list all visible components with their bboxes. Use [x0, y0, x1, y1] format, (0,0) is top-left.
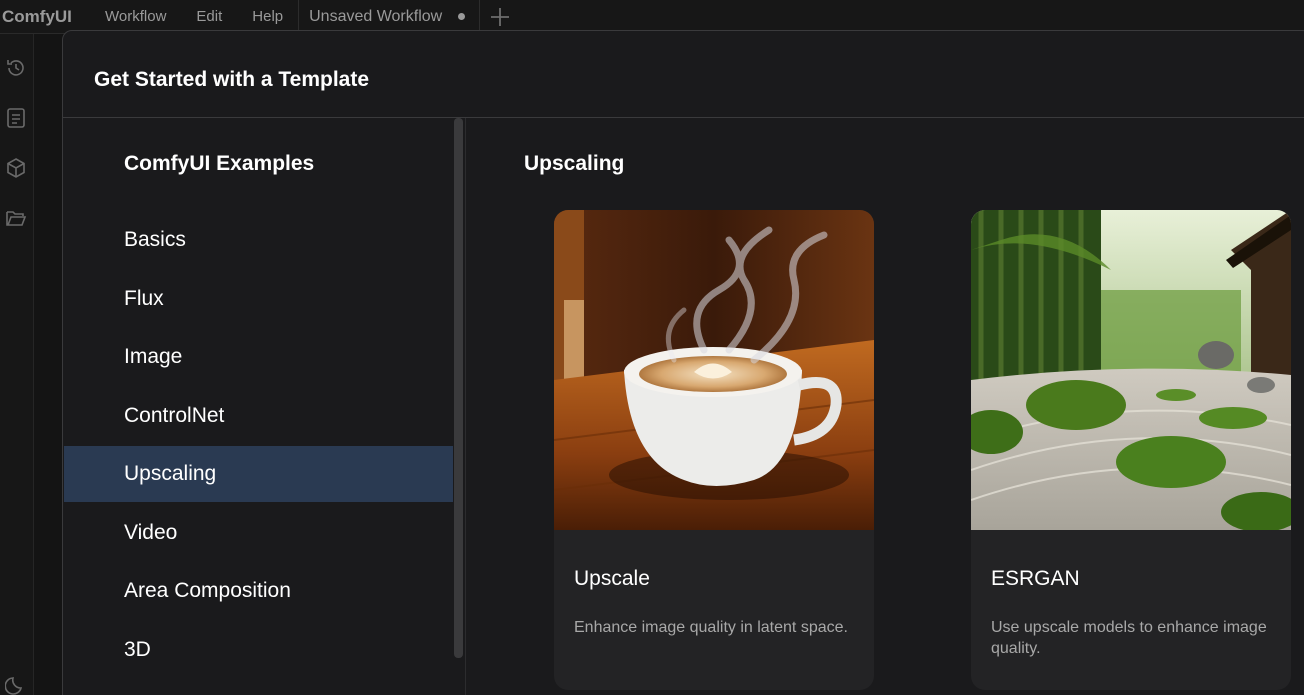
sidebar-heading: ComfyUI Examples: [124, 152, 315, 175]
workflow-tab-title: Unsaved Workflow: [309, 7, 443, 25]
sidebar-scrollbar[interactable]: [454, 118, 463, 658]
category-basics[interactable]: Basics: [64, 212, 453, 268]
latte-cup-thumbnail: [554, 210, 874, 530]
model-library-icon[interactable]: [5, 157, 27, 179]
workflow-tab[interactable]: Unsaved Workflow: [298, 0, 481, 34]
template-grid: Upscaling Upscale Enhance image quality …: [466, 118, 1304, 695]
category-controlnet[interactable]: ControlNet: [64, 388, 453, 444]
folder-icon[interactable]: [5, 207, 27, 229]
category-heading: Upscaling: [524, 152, 625, 175]
dialog-header: Get Started with a Template: [63, 31, 1304, 118]
history-icon[interactable]: [5, 57, 27, 79]
side-toolbar: [0, 34, 34, 695]
category-upscaling[interactable]: Upscaling: [64, 446, 453, 502]
graph-canvas[interactable]: [34, 34, 62, 695]
zen-garden-thumbnail: [971, 210, 1291, 530]
template-card-upscale[interactable]: Upscale Enhance image quality in latent …: [554, 210, 874, 690]
category-video[interactable]: Video: [64, 505, 453, 561]
card-title: ESRGAN: [991, 567, 1080, 590]
new-tab-button[interactable]: [480, 0, 520, 34]
template-dialog: Get Started with a Template ComfyUI Exam…: [62, 30, 1304, 695]
template-category-sidebar: ComfyUI Examples Basics Flux Image Contr…: [63, 118, 465, 695]
dialog-title: Get Started with a Template: [94, 68, 369, 91]
menu-help[interactable]: Help: [237, 8, 298, 25]
category-image[interactable]: Image: [64, 329, 453, 385]
plus-icon: [491, 7, 510, 26]
app-logo[interactable]: ComfyUI: [0, 7, 90, 27]
queue-icon[interactable]: [5, 107, 27, 129]
category-3d[interactable]: 3D: [64, 622, 453, 678]
card-title: Upscale: [574, 567, 650, 590]
card-description: Enhance image quality in latent space.: [574, 619, 848, 636]
moon-icon[interactable]: [5, 674, 27, 695]
menu-workflow[interactable]: Workflow: [90, 8, 181, 25]
card-description: Use upscale models to enhance image qual…: [991, 619, 1267, 657]
category-flux[interactable]: Flux: [64, 271, 453, 327]
unsaved-dot-icon: [458, 13, 466, 20]
menu-edit[interactable]: Edit: [181, 8, 237, 25]
top-menubar: ComfyUI Workflow Edit Help Unsaved Workf…: [0, 0, 1304, 34]
category-area-composition[interactable]: Area Composition: [64, 563, 453, 619]
template-card-esrgan[interactable]: ESRGAN Use upscale models to enhance ima…: [971, 210, 1291, 690]
